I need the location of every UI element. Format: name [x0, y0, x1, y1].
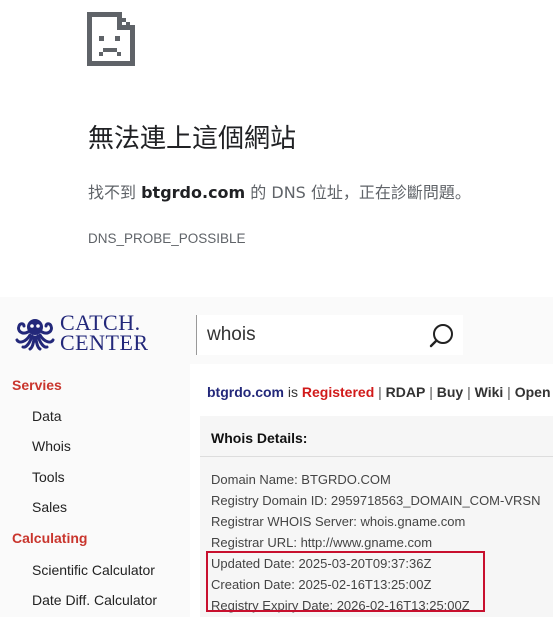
sidebar-item-sales[interactable]: Sales [32, 499, 67, 515]
whois-details-title: Whois Details: [211, 430, 308, 446]
detail-registry-domain-id: Registry Domain ID: 2959718563_DOMAIN_CO… [211, 493, 541, 508]
error-message: 找不到 btgrdo.com 的 DNS 位址，正在診斷問題。 [88, 179, 471, 203]
status-is-text: is [284, 384, 302, 400]
domain-status-line: btgrdo.com is Registered | RDAP | Buy | … [207, 384, 551, 400]
detail-domain-name: Domain Name: BTGRDO.COM [211, 472, 391, 487]
sidebar: Servies Data Whois Tools Sales Calculati… [0, 364, 190, 617]
buy-link[interactable]: Buy [437, 384, 463, 400]
open-link[interactable]: Open [515, 384, 551, 400]
error-message-prefix: 找不到 [88, 183, 142, 202]
sidebar-item-scientific-calculator[interactable]: Scientific Calculator [32, 562, 155, 578]
status-registered: Registered [301, 384, 375, 400]
error-message-domain: btgrdo.com [141, 183, 246, 202]
sidebar-item-data[interactable]: Data [32, 408, 62, 424]
status-separator: | [425, 384, 437, 400]
error-code: DNS_PROBE_POSSIBLE [88, 231, 246, 246]
site-logo[interactable]: CATCH. CENTER [14, 310, 184, 355]
sad-document-icon [87, 12, 135, 66]
status-separator: | [463, 384, 475, 400]
search-icon[interactable] [429, 323, 455, 349]
error-message-suffix: 的 DNS 位址，正在診斷問題。 [245, 183, 471, 202]
sidebar-heading-calculating: Calculating [12, 530, 88, 546]
search-input[interactable] [207, 321, 417, 349]
detail-registrar-url: Registrar URL: http://www.gname.com [211, 535, 433, 550]
sidebar-item-date-diff-calculator[interactable]: Date Diff. Calculator [32, 592, 157, 608]
status-domain: btgrdo.com [207, 384, 284, 400]
error-title: 無法連上這個網站 [88, 124, 297, 154]
search-box[interactable] [196, 315, 463, 355]
octopus-logo-icon [15, 319, 55, 351]
sidebar-item-tools[interactable]: Tools [32, 469, 65, 485]
details-divider [200, 456, 553, 457]
logo-text: CATCH. CENTER [60, 310, 149, 355]
site-header: CATCH. CENTER [0, 297, 553, 364]
rdap-link[interactable]: RDAP [386, 384, 426, 400]
dates-highlight-box [206, 551, 485, 612]
sidebar-item-whois[interactable]: Whois [32, 438, 71, 454]
sidebar-heading-servies: Servies [12, 377, 62, 393]
detail-registrar-whois-server: Registrar WHOIS Server: whois.gname.com [211, 514, 466, 529]
status-separator: | [374, 384, 386, 400]
wiki-link[interactable]: Wiki [475, 384, 504, 400]
status-separator: | [503, 384, 515, 400]
